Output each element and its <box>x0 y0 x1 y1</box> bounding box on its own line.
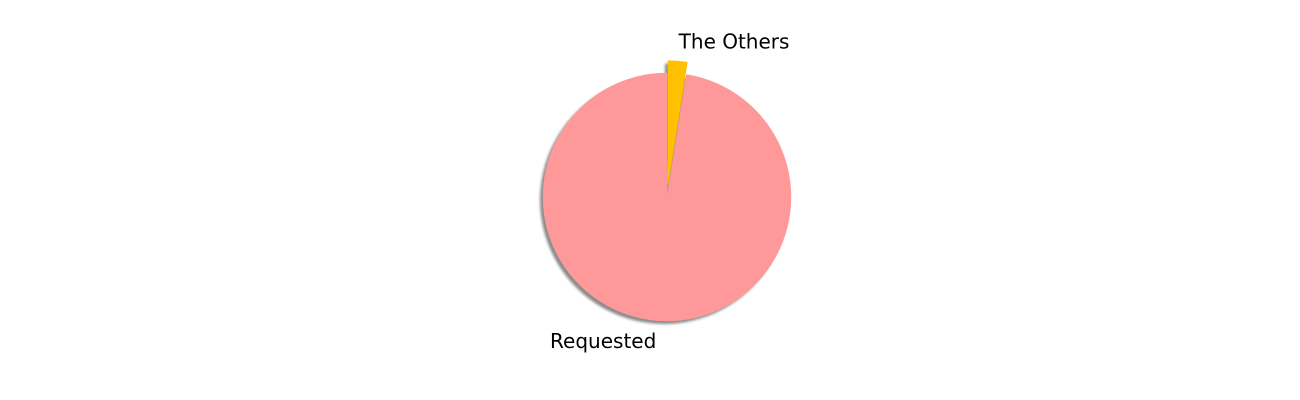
pie-slice-layer <box>542 60 792 322</box>
pie-chart: Requested The Others <box>0 0 1300 400</box>
pie-label-requested: Requested <box>550 329 656 353</box>
pie-slice-requested <box>542 72 792 322</box>
pie-chart-svg: Requested The Others <box>540 30 792 353</box>
pie-label-the-others: The Others <box>678 30 790 54</box>
